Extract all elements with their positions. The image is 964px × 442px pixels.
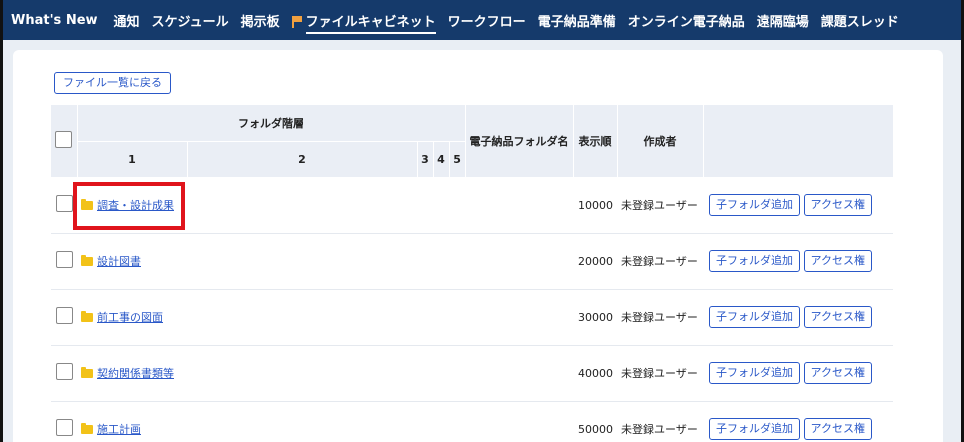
header-level-5: 5 — [449, 141, 466, 178]
header-level-3: 3 — [417, 141, 434, 178]
nav-file-cabinet[interactable]: ファイルキャビネット — [286, 11, 442, 34]
folder-name-cell — [465, 289, 574, 346]
nav-e-delivery-prep[interactable]: 電子納品準備 — [532, 11, 622, 30]
access-rights-button[interactable]: アクセス権 — [803, 306, 872, 328]
actions-cell: 子フォルダ追加 アクセス権 — [703, 289, 894, 346]
add-subfolder-button[interactable]: 子フォルダ追加 — [709, 306, 801, 328]
folder-cell: 契約関係書類等 — [77, 345, 466, 402]
access-rights-button[interactable]: アクセス権 — [803, 250, 872, 272]
top-nav: What's New 通知 スケジュール 掲示板 ファイルキャビネット ワークフ… — [3, 0, 961, 40]
nav-notifications[interactable]: 通知 — [108, 11, 146, 30]
content-panel: ファイル一覧に戻る フォルダ階層 電子納品フォルダ名 表示順 作成者 1 2 3… — [13, 50, 943, 442]
creator-cell: 未登録ユーザー — [617, 233, 704, 290]
creator-cell: 未登録ユーザー — [617, 345, 704, 402]
row-checkbox[interactable] — [55, 307, 73, 324]
order-cell: 20000 — [573, 233, 618, 290]
nav-issue-threads[interactable]: 課題スレッド — [815, 11, 905, 30]
row-checkbox[interactable] — [55, 251, 73, 268]
row-select-cell — [51, 289, 77, 346]
header-folder-name: 電子納品フォルダ名 — [465, 105, 574, 178]
nav-schedule[interactable]: スケジュール — [146, 11, 235, 30]
flag-icon — [291, 15, 302, 28]
app-frame: What's New 通知 スケジュール 掲示板 ファイルキャビネット ワークフ… — [0, 0, 964, 442]
actions-cell: 子フォルダ追加 アクセス権 — [703, 401, 894, 442]
creator-cell: 未登録ユーザー — [617, 289, 704, 346]
add-subfolder-button[interactable]: 子フォルダ追加 — [709, 418, 801, 440]
header-level-2: 2 — [187, 141, 418, 178]
folder-icon — [81, 366, 93, 378]
row-select-cell — [51, 345, 77, 402]
row-checkbox[interactable] — [55, 195, 73, 212]
nav-online-e-delivery[interactable]: オンライン電子納品 — [622, 11, 751, 30]
header-level-1: 1 — [77, 141, 188, 178]
folder-label: 契約関係書類等 — [97, 367, 174, 380]
table-row: 契約関係書類等 40000 未登録ユーザー 子フォルダ追加 アクセス権 — [51, 345, 894, 402]
folder-link[interactable]: 前工事の図面 — [81, 309, 163, 325]
folder-name-cell — [465, 177, 574, 234]
table-row: 施工計画 50000 未登録ユーザー 子フォルダ追加 アクセス権 — [51, 401, 894, 442]
add-subfolder-button[interactable]: 子フォルダ追加 — [709, 194, 801, 216]
folder-label: 前工事の図面 — [97, 311, 163, 324]
row-select-cell — [51, 233, 77, 290]
header-folder-hierarchy: フォルダ階層 — [77, 105, 466, 142]
add-subfolder-button[interactable]: 子フォルダ追加 — [709, 250, 801, 272]
table-row: 前工事の図面 30000 未登録ユーザー 子フォルダ追加 アクセス権 — [51, 289, 894, 346]
order-cell: 30000 — [573, 289, 618, 346]
folder-name-cell — [465, 401, 574, 442]
folder-icon — [81, 422, 93, 434]
access-rights-button[interactable]: アクセス権 — [803, 194, 872, 216]
highlight-box — [73, 182, 185, 230]
folder-cell: 前工事の図面 — [77, 289, 466, 346]
order-cell: 10000 — [573, 177, 618, 234]
folder-cell: 施工計画 — [77, 401, 466, 442]
row-checkbox[interactable] — [55, 419, 73, 436]
select-all-checkbox[interactable] — [55, 130, 73, 148]
nav-workflow[interactable]: ワークフロー — [442, 11, 532, 30]
table-row: 設計図書 20000 未登録ユーザー 子フォルダ追加 アクセス権 — [51, 233, 894, 290]
actions-cell: 子フォルダ追加 アクセス権 — [703, 345, 894, 402]
folder-label: 施工計画 — [97, 423, 141, 436]
row-checkbox[interactable] — [55, 363, 73, 380]
header-actions — [703, 105, 894, 178]
row-select-cell — [51, 401, 77, 442]
folder-link[interactable]: 施工計画 — [81, 421, 141, 437]
creator-cell: 未登録ユーザー — [617, 401, 704, 442]
access-rights-button[interactable]: アクセス権 — [803, 418, 872, 440]
actions-cell: 子フォルダ追加 アクセス権 — [703, 233, 894, 290]
header-display-order: 表示順 — [573, 105, 618, 178]
folder-name-cell — [465, 233, 574, 290]
creator-cell: 未登録ユーザー — [617, 177, 704, 234]
folder-table: フォルダ階層 電子納品フォルダ名 表示順 作成者 1 2 3 4 5 調査・設計… — [51, 105, 894, 442]
folder-link[interactable]: 設計図書 — [81, 253, 141, 269]
folder-link[interactable]: 契約関係書類等 — [81, 365, 174, 381]
order-cell: 40000 — [573, 345, 618, 402]
nav-whats-new[interactable]: What's New — [3, 13, 108, 28]
header-creator: 作成者 — [617, 105, 704, 178]
folder-name-cell — [465, 345, 574, 402]
header-level-4: 4 — [433, 141, 450, 178]
order-cell: 50000 — [573, 401, 618, 442]
nav-bulletin-board[interactable]: 掲示板 — [235, 11, 286, 30]
nav-remote-inspection[interactable]: 遠隔臨場 — [751, 11, 815, 30]
header-select-all-cell — [51, 105, 78, 178]
folder-table-wrap: フォルダ階層 電子納品フォルダ名 表示順 作成者 1 2 3 4 5 調査・設計… — [51, 105, 894, 442]
folder-icon — [81, 254, 93, 266]
back-to-file-list-button[interactable]: ファイル一覧に戻る — [54, 72, 171, 94]
add-subfolder-button[interactable]: 子フォルダ追加 — [709, 362, 801, 384]
folder-label: 設計図書 — [97, 255, 141, 268]
folder-cell: 設計図書 — [77, 233, 466, 290]
folder-icon — [81, 310, 93, 322]
access-rights-button[interactable]: アクセス権 — [803, 362, 872, 384]
actions-cell: 子フォルダ追加 アクセス権 — [703, 177, 894, 234]
